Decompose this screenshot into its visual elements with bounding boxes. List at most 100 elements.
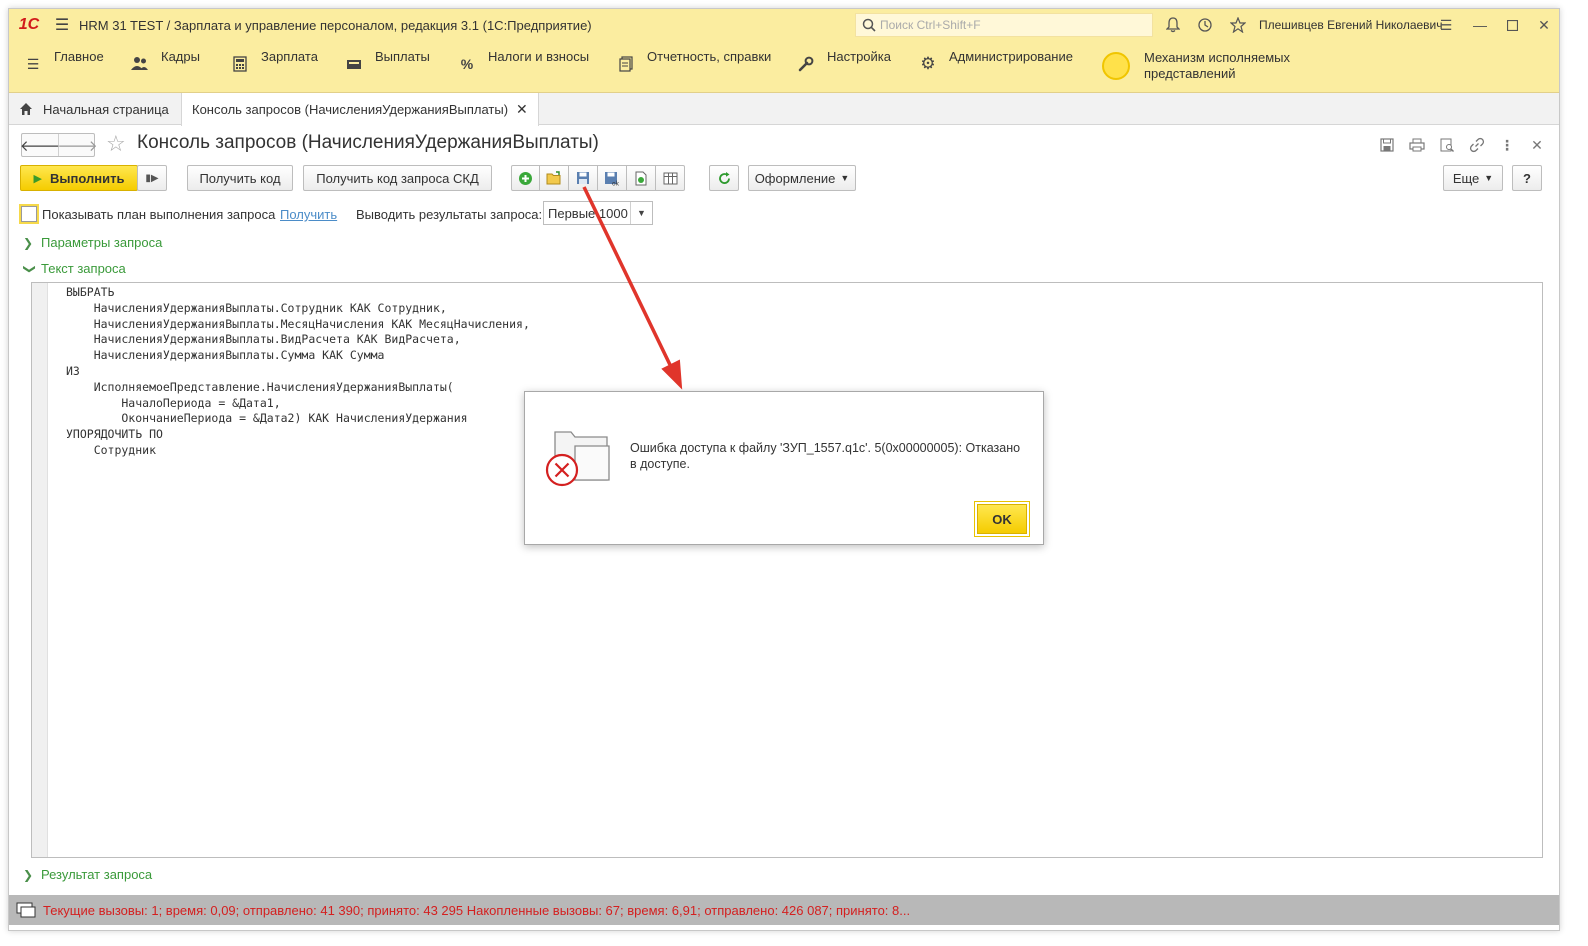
wrench-icon [797, 55, 815, 73]
open-tabs-bar: Начальная страница Консоль запросов (Нач… [9, 93, 1559, 126]
main-menu-icon[interactable]: ☰ [49, 15, 75, 35]
svg-text:ok: ok [612, 180, 620, 186]
section-admin[interactable]: ⚙ Администрирование [919, 49, 1073, 73]
tab-query-console[interactable]: Консоль запросов (НачисленияУдержанияВып… [181, 93, 539, 126]
folder-open-icon [546, 171, 561, 185]
close-form-icon[interactable]: ✕ [1527, 135, 1547, 155]
execute-button[interactable]: ▶ Выполнить [20, 165, 138, 191]
floppy-save-icon [577, 172, 589, 184]
play-icon: ▶ [33, 172, 43, 185]
window-title: HRM 31 TEST / Зарплата и управление перс… [79, 17, 592, 33]
search-box[interactable] [855, 13, 1153, 37]
design-dropdown-button[interactable]: Оформление ▼ [748, 165, 856, 191]
nav-buttons: 🡐 🡒 [20, 133, 98, 157]
section-payments[interactable]: Выплаты [345, 49, 430, 73]
add-query-button[interactable] [511, 165, 540, 191]
section-taxes[interactable]: % Налоги и взносы [458, 49, 589, 73]
chevron-right-icon: ❯ [23, 867, 34, 882]
preview-icon[interactable] [1437, 135, 1457, 155]
refresh-button[interactable] [709, 165, 739, 191]
section-hr[interactable]: Кадры [131, 49, 200, 73]
output-limit-select[interactable]: Первые 1000 ▼ [543, 201, 653, 225]
close-tab-icon[interactable]: ✕ [516, 101, 528, 118]
export-button[interactable] [627, 165, 656, 191]
section-settings[interactable]: Настройка [797, 49, 891, 73]
more-actions-icon[interactable]: ⋮ [1497, 135, 1517, 155]
chevron-right-icon: ❯ [23, 235, 34, 250]
open-file-button[interactable] [540, 165, 569, 191]
sections-panel: ☰ Главное Кадры Зарплата Выплаты % Налог… [9, 41, 1559, 93]
form-header: 🡐 🡒 ☆ Консоль запросов (НачисленияУдержа… [9, 129, 1559, 165]
section-reports[interactable]: Отчетность, справки [617, 49, 771, 73]
execute-label: Выполнить [50, 170, 125, 186]
get-code-button[interactable]: Получить код [187, 165, 293, 191]
wallet-icon [345, 55, 363, 73]
output-limit-value: Первые 1000 [548, 205, 628, 221]
print-icon[interactable] [1407, 135, 1427, 155]
bell-icon[interactable] [1164, 16, 1182, 34]
people-icon [131, 55, 149, 73]
save-as-button[interactable]: ok [598, 165, 627, 191]
link-icon[interactable] [1467, 135, 1487, 155]
status-bar: Текущие вызовы: 1; время: 0,09; отправле… [9, 895, 1559, 925]
refresh-icon [718, 171, 730, 184]
settings-menu-icon[interactable]: ☰ [1437, 16, 1455, 34]
section-label: Главное [54, 49, 104, 64]
group-query-params[interactable]: ❯ Параметры запроса [23, 235, 162, 250]
output-results-label: Выводить результаты запроса: [356, 207, 543, 222]
app-logo[interactable]: 1С [9, 16, 49, 34]
dropdown-arrow-icon[interactable]: ▼ [630, 202, 652, 224]
reports-icon [617, 55, 635, 73]
tab-label: Начальная страница [43, 101, 169, 117]
more-button[interactable]: Еще ▼ [1443, 165, 1503, 191]
group-query-text[interactable]: ❯ Текст запроса [23, 261, 126, 276]
query-text-editor[interactable]: ВЫБРАТЬ НачисленияУдержанияВыплаты.Сотру… [31, 282, 1543, 858]
current-user[interactable]: Плешивцев Евгений Николаевич [1259, 18, 1443, 32]
table-button[interactable] [656, 165, 685, 191]
group-query-result[interactable]: ❯ Результат запроса [23, 867, 152, 882]
section-label: Кадры [161, 49, 200, 64]
section-main[interactable]: ☰ Главное [24, 49, 104, 73]
page-title: Консоль запросов (НачисленияУдержанияВып… [137, 132, 599, 153]
section-label: Зарплата [261, 49, 318, 64]
maximize-icon[interactable] [1503, 16, 1521, 34]
section-salary[interactable]: Зарплата [231, 49, 318, 73]
section-label: Выплаты [375, 49, 430, 64]
dropdown-arrow-icon: ▼ [840, 173, 850, 183]
close-window-icon[interactable]: ✕ [1535, 16, 1553, 34]
minimize-icon[interactable]: — [1471, 16, 1489, 34]
help-button[interactable]: ? [1512, 165, 1542, 191]
section-label-line1: Механизм исполняемых [1144, 50, 1291, 65]
query-code[interactable]: ВЫБРАТЬ НачисленияУдержанияВыплаты.Сотру… [66, 285, 530, 459]
favorites-star-icon[interactable] [1229, 16, 1247, 34]
dropdown-arrow-icon: ▼ [1484, 173, 1494, 183]
design-label: Оформление [754, 170, 836, 186]
save-file-button[interactable] [569, 165, 598, 191]
options-row: Показывать план выполнения запроса Получ… [9, 201, 1559, 227]
error-message: Ошибка доступа к файлу 'ЗУП_1557.q1c'. 5… [630, 441, 1021, 471]
search-input[interactable] [880, 18, 1140, 32]
section-executable-views[interactable]: Механизм исполняемых представлений [1102, 50, 1290, 82]
command-bar: ▶ Выполнить ▮▶ Получить код Получить код… [9, 165, 1559, 193]
get-skd-code-button[interactable]: Получить код запроса СКД [303, 165, 492, 191]
ok-button[interactable]: OK [977, 504, 1027, 534]
section-label: Отчетность, справки [647, 49, 772, 64]
tab-home[interactable]: Начальная страница [9, 93, 179, 125]
home-icon [20, 103, 32, 115]
error-dialog: Ошибка доступа к файлу 'ЗУП_1557.q1c'. 5… [524, 391, 1044, 545]
group-title: Параметры запроса [41, 235, 163, 250]
forward-arrow-icon[interactable]: 🡒 [57, 134, 97, 156]
section-label: Налоги и взносы [488, 49, 590, 64]
show-plan-checkbox[interactable] [21, 206, 37, 222]
save-form-icon[interactable] [1377, 135, 1397, 155]
favorite-star-icon[interactable]: ☆ [106, 133, 126, 155]
tab-label: Консоль запросов (НачисленияУдержанияВып… [192, 102, 509, 117]
back-arrow-icon[interactable]: 🡐 [20, 134, 60, 156]
section-label: Настройка [827, 49, 891, 64]
execute-options-button[interactable]: ▮▶ [137, 165, 167, 191]
history-icon[interactable] [1196, 16, 1214, 34]
get-plan-link[interactable]: Получить [280, 207, 337, 222]
monitor-icon[interactable] [15, 899, 37, 921]
step-icon: ▮▶ [145, 172, 159, 184]
group-title: Текст запроса [41, 261, 126, 276]
